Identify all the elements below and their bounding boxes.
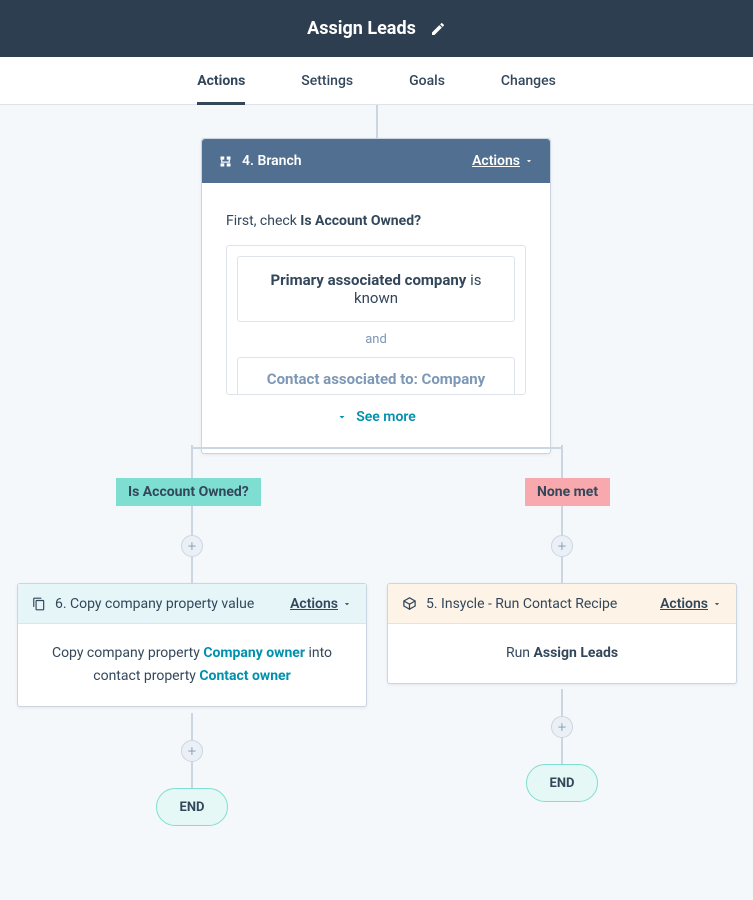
condition-operator: and (227, 322, 525, 357)
tab-bar: Actions Settings Goals Changes (0, 57, 753, 105)
connector (561, 445, 563, 585)
end-node: END (156, 788, 228, 826)
chevron-down-icon (336, 411, 348, 423)
card-actions-dropdown[interactable]: Actions (290, 596, 352, 612)
branch-card-title: 4. Branch (218, 153, 302, 169)
first-check-text: First, check Is Account Owned? (226, 213, 526, 229)
property-link[interactable]: Company owner (203, 645, 305, 661)
chevron-down-icon (712, 599, 722, 609)
action-card-body: Run Assign Leads (388, 624, 736, 683)
action-card-body: Copy company property Company owner into… (18, 624, 366, 706)
branch-card[interactable]: 4. Branch Actions First, check Is Accoun… (201, 138, 551, 454)
action-card-header: 5. Insycle - Run Contact Recipe Actions (388, 584, 736, 624)
action-card-copy-property[interactable]: 6. Copy company property value Actions C… (17, 583, 367, 707)
add-action-button[interactable]: + (551, 535, 573, 557)
tab-changes[interactable]: Changes (501, 57, 556, 105)
branch-label-right[interactable]: None met (525, 478, 610, 506)
chevron-down-icon (524, 156, 534, 166)
condition-2: Contact associated to: Company (237, 357, 515, 394)
condition-1: Primary associated company is known (237, 256, 515, 322)
tab-goals[interactable]: Goals (409, 57, 445, 105)
chevron-down-icon (342, 599, 352, 609)
connector (191, 447, 563, 449)
add-action-button[interactable]: + (181, 740, 203, 762)
conditions-container: Primary associated company is known and … (226, 245, 526, 395)
action-card-title: 5. Insycle - Run Contact Recipe (402, 596, 617, 612)
branch-card-body: First, check Is Account Owned? Primary a… (202, 183, 550, 453)
action-card-insycle[interactable]: 5. Insycle - Run Contact Recipe Actions … (387, 583, 737, 684)
card-actions-dropdown[interactable]: Actions (660, 596, 722, 612)
cube-icon (402, 596, 417, 611)
branch-label-left[interactable]: Is Account Owned? (116, 478, 261, 506)
tab-actions[interactable]: Actions (197, 57, 245, 105)
add-action-button[interactable]: + (181, 535, 203, 557)
branch-actions-dropdown[interactable]: Actions (472, 153, 534, 169)
branch-card-header: 4. Branch Actions (202, 139, 550, 183)
branch-step-label: 4. Branch (242, 153, 302, 169)
sitemap-icon (218, 154, 233, 169)
connector (376, 105, 378, 138)
connector (191, 445, 193, 585)
copy-icon (32, 597, 46, 611)
property-link[interactable]: Contact owner (199, 668, 290, 684)
header: Assign Leads (0, 0, 753, 57)
page-title: Assign Leads (307, 18, 416, 39)
add-action-button[interactable]: + (551, 716, 573, 738)
workflow-canvas[interactable]: 4. Branch Actions First, check Is Accoun… (0, 105, 753, 900)
tab-settings[interactable]: Settings (301, 57, 353, 105)
edit-icon[interactable] (430, 21, 446, 37)
see-more-button[interactable]: See more (226, 395, 526, 433)
action-card-header: 6. Copy company property value Actions (18, 584, 366, 624)
action-card-title: 6. Copy company property value (32, 596, 254, 612)
end-node: END (526, 764, 598, 802)
